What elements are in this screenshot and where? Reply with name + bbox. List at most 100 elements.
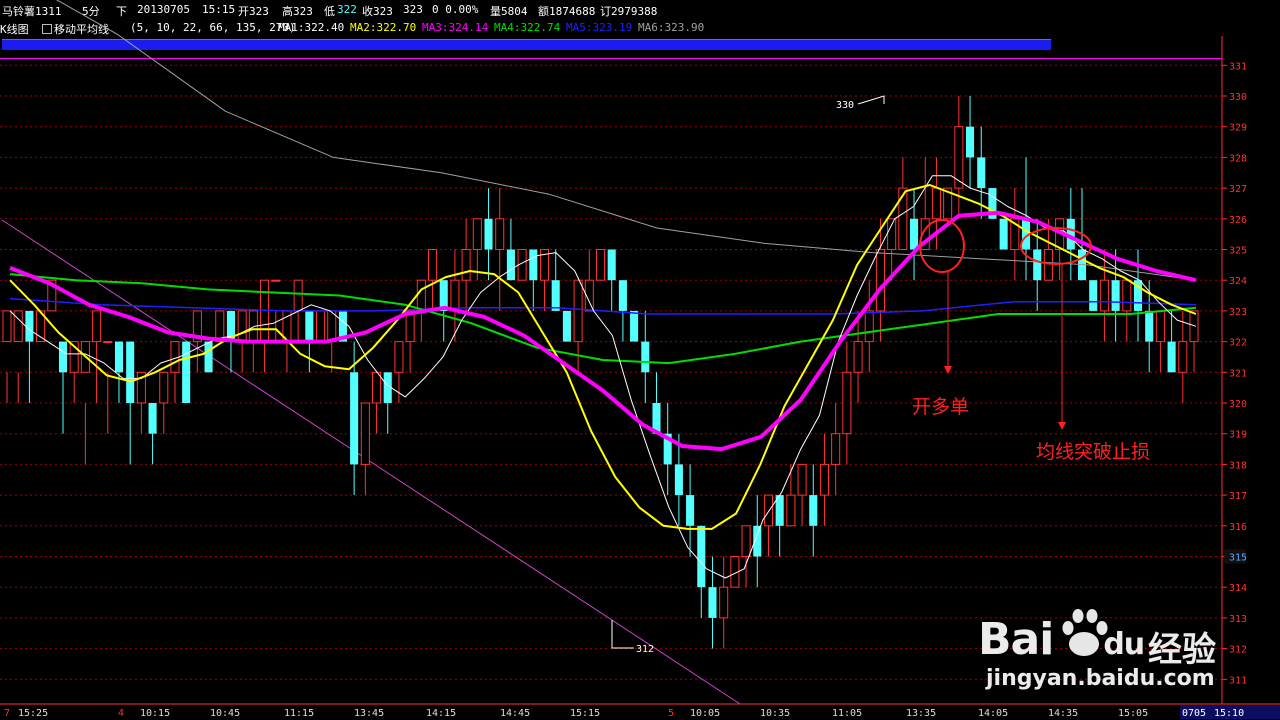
current-time-label: 15:10 bbox=[1214, 708, 1244, 719]
candle-down[interactable] bbox=[126, 341, 135, 403]
candle-up[interactable] bbox=[741, 525, 751, 557]
low-marker-label: 312 bbox=[636, 644, 654, 655]
candle-up[interactable] bbox=[360, 402, 370, 465]
time-axis-label: 10:45 bbox=[210, 708, 240, 719]
candle-down[interactable] bbox=[641, 341, 650, 373]
candle-down[interactable] bbox=[148, 403, 157, 434]
candle-up[interactable] bbox=[271, 279, 281, 282]
time-axis-label: 14:05 bbox=[978, 708, 1008, 719]
candle-down[interactable] bbox=[910, 218, 919, 250]
trend-line bbox=[1, 219, 741, 705]
price-tick-label: 311 bbox=[1229, 675, 1247, 686]
candle-up[interactable] bbox=[92, 310, 102, 343]
candle-up[interactable] bbox=[215, 310, 225, 343]
candle-up[interactable] bbox=[595, 249, 606, 281]
time-axis-label: 5 bbox=[668, 708, 674, 719]
candle-up[interactable] bbox=[416, 279, 426, 312]
candle-up[interactable] bbox=[887, 218, 897, 251]
candlestick-chart[interactable]: 331 330 329 328 327 326 325 324 323 322 321 320 319 3… bbox=[0, 0, 1280, 720]
candle-up[interactable] bbox=[786, 494, 796, 527]
candle-down[interactable] bbox=[686, 495, 695, 526]
price-tick-label: 323 bbox=[1229, 307, 1247, 318]
time-axis-label: 11:15 bbox=[284, 708, 314, 719]
price-tick-label: 320 bbox=[1229, 399, 1247, 410]
candle-up[interactable] bbox=[842, 371, 852, 435]
time-axis-label: 13:45 bbox=[354, 708, 384, 719]
price-tick-label: 319 bbox=[1229, 430, 1247, 441]
candle-down[interactable] bbox=[708, 587, 717, 618]
candle-up[interactable] bbox=[763, 494, 774, 527]
candle-down[interactable] bbox=[58, 341, 68, 373]
candle-up[interactable] bbox=[1122, 279, 1132, 312]
time-axis-label: 4 bbox=[118, 708, 124, 719]
candle-down[interactable] bbox=[114, 341, 124, 373]
candle-up[interactable] bbox=[427, 249, 438, 281]
candle-up[interactable] bbox=[450, 279, 460, 312]
candle-up[interactable] bbox=[819, 463, 829, 496]
candle-down[interactable] bbox=[529, 249, 538, 281]
candle-up[interactable] bbox=[898, 187, 908, 251]
candle-up[interactable] bbox=[159, 371, 169, 404]
candle-down[interactable] bbox=[966, 126, 975, 158]
candle-up[interactable] bbox=[573, 279, 583, 343]
candle-down[interactable] bbox=[350, 372, 359, 465]
candle-up[interactable] bbox=[372, 371, 382, 404]
price-tick-label: 329 bbox=[1229, 123, 1247, 134]
candle-down[interactable] bbox=[977, 157, 986, 189]
candle-down[interactable] bbox=[630, 310, 639, 342]
candle-down[interactable] bbox=[25, 310, 34, 342]
candle-down[interactable] bbox=[607, 249, 616, 281]
candle-down[interactable] bbox=[506, 249, 515, 281]
price-tick-label: 317 bbox=[1229, 491, 1247, 502]
candle-down[interactable] bbox=[697, 525, 706, 588]
candle-down[interactable] bbox=[809, 495, 818, 526]
candle-down[interactable] bbox=[305, 310, 314, 342]
time-axis-label: 15:15 bbox=[570, 708, 600, 719]
candle-down[interactable] bbox=[1089, 280, 1098, 311]
candle-up[interactable] bbox=[1155, 310, 1165, 343]
price-tick-label: 324 bbox=[1229, 276, 1247, 287]
candle-down[interactable] bbox=[1145, 310, 1154, 342]
candle-up[interactable] bbox=[394, 341, 404, 373]
candle-down[interactable] bbox=[674, 464, 683, 496]
candle-down[interactable] bbox=[1033, 249, 1042, 281]
candle-up[interactable] bbox=[1178, 341, 1188, 373]
high-marker-line bbox=[857, 95, 885, 105]
candle-up[interactable] bbox=[1099, 279, 1109, 312]
current-date-label: 0705 bbox=[1182, 708, 1206, 719]
price-tick-label: 331 bbox=[1229, 61, 1247, 72]
candle-up[interactable] bbox=[237, 310, 247, 343]
candle-up[interactable] bbox=[495, 218, 505, 251]
candle-up[interactable] bbox=[864, 310, 874, 343]
candle-down[interactable] bbox=[999, 218, 1008, 250]
exit-arrow-head bbox=[1058, 422, 1066, 430]
candle-up[interactable] bbox=[719, 586, 729, 619]
watermark-brand: Bai du bbox=[978, 614, 1145, 665]
candle-up[interactable] bbox=[875, 249, 885, 312]
candle-down[interactable] bbox=[562, 310, 571, 342]
candle-up[interactable] bbox=[2, 310, 12, 343]
candle-down[interactable] bbox=[618, 280, 627, 311]
price-tick-label: 314 bbox=[1229, 583, 1247, 594]
candle-up[interactable] bbox=[931, 187, 941, 220]
candle-down[interactable] bbox=[551, 280, 560, 311]
candle-up[interactable] bbox=[797, 463, 807, 496]
price-tick-label: 322 bbox=[1229, 338, 1247, 349]
candle-up[interactable] bbox=[293, 279, 303, 312]
candle-down[interactable] bbox=[1111, 280, 1120, 311]
candle-down[interactable] bbox=[204, 341, 213, 373]
candle-down[interactable] bbox=[484, 218, 493, 250]
candle-down[interactable] bbox=[182, 341, 191, 403]
candle-up[interactable] bbox=[461, 249, 471, 281]
price-tick-label: 327 bbox=[1229, 184, 1247, 195]
candle-up[interactable] bbox=[831, 433, 841, 465]
candle-up[interactable] bbox=[327, 310, 337, 343]
candle-up[interactable] bbox=[316, 310, 326, 343]
candle-up[interactable] bbox=[853, 341, 863, 373]
candle-up[interactable] bbox=[472, 218, 482, 251]
candle-up[interactable] bbox=[1189, 310, 1199, 343]
candle-up[interactable] bbox=[103, 341, 113, 344]
price-tick-label: 316 bbox=[1229, 522, 1247, 533]
time-axis-label: 10:35 bbox=[760, 708, 790, 719]
candle-down[interactable] bbox=[1167, 341, 1176, 373]
